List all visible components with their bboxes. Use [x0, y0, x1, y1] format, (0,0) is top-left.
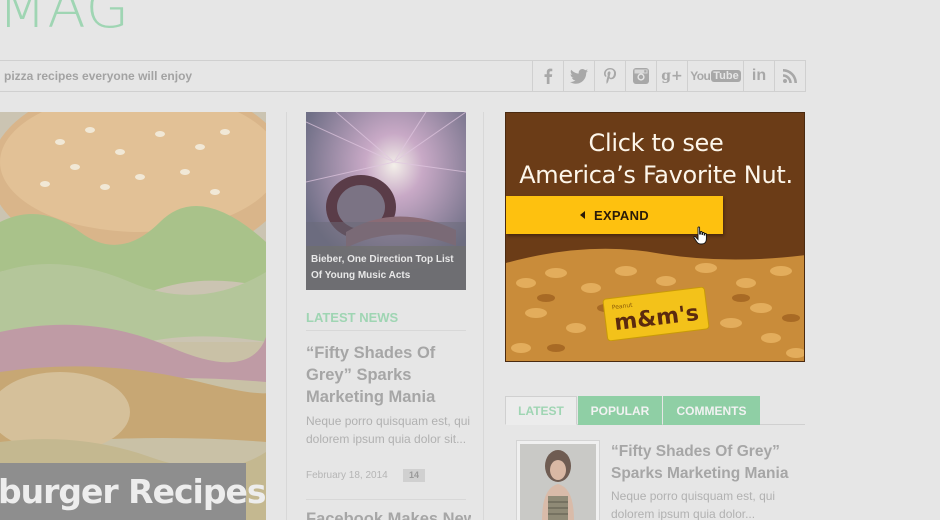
hero-image-burger[interactable]: burger Recipes: [0, 112, 266, 520]
expand-ad-button[interactable]: EXPAND: [506, 196, 723, 234]
twitter-icon[interactable]: [563, 61, 594, 91]
left-arrow-icon: [579, 211, 585, 219]
next-article-title[interactable]: Facebook Makes New: [306, 510, 471, 520]
article-title[interactable]: “Fifty Shades Of Grey” Sparks Marketing …: [306, 342, 471, 408]
mm-advertisement[interactable]: Click to see America’s Favorite Nut. EXP…: [505, 112, 805, 362]
youtube-icon[interactable]: You Tube: [687, 61, 743, 91]
featured-thumbnail[interactable]: Bieber, One Direction Top List Of Young …: [306, 112, 466, 290]
sidebar-article-title[interactable]: “Fifty Shades Of Grey” Sparks Marketing …: [611, 441, 801, 485]
article-date: February 18, 2014: [306, 470, 388, 481]
news-ticker[interactable]: pizza recipes everyone will enjoy: [4, 69, 192, 83]
linkedin-icon[interactable]: in: [743, 61, 774, 91]
rss-icon[interactable]: [774, 61, 805, 91]
divider: [306, 499, 466, 500]
article-excerpt: Neque porro quisquam est, qui dolorem ip…: [306, 414, 471, 446]
news-column: Bieber, One Direction Top List Of Young …: [286, 112, 484, 520]
sidebar-article-thumbnail[interactable]: [516, 440, 600, 520]
top-bar: pizza recipes everyone will enjoy g+ You…: [0, 60, 806, 92]
sidebar-article-excerpt: Neque porro quisquam est, qui dolorem ip…: [611, 489, 776, 520]
google-plus-icon[interactable]: g+: [656, 61, 687, 91]
facebook-icon[interactable]: [532, 61, 563, 91]
site-logo[interactable]: MAG: [0, 0, 130, 41]
hand-cursor-icon: [693, 226, 707, 245]
pinterest-icon[interactable]: [594, 61, 625, 91]
divider: [306, 330, 466, 331]
mm-package-image: m&m's Peanut: [602, 287, 710, 341]
tab-latest[interactable]: LATEST: [505, 396, 577, 425]
instagram-icon[interactable]: [625, 61, 656, 91]
latest-news-heading: LATEST NEWS: [306, 310, 399, 325]
featured-caption[interactable]: Bieber, One Direction Top List Of Young …: [306, 246, 466, 290]
tab-popular[interactable]: POPULAR: [578, 396, 662, 425]
social-icons: g+ You Tube in: [532, 61, 805, 91]
sidebar-tabs: LATEST POPULAR COMMENTS: [505, 396, 805, 425]
tab-comments[interactable]: COMMENTS: [663, 396, 760, 425]
hero-caption[interactable]: burger Recipes: [0, 463, 266, 520]
comment-count-badge[interactable]: 14: [403, 469, 425, 482]
